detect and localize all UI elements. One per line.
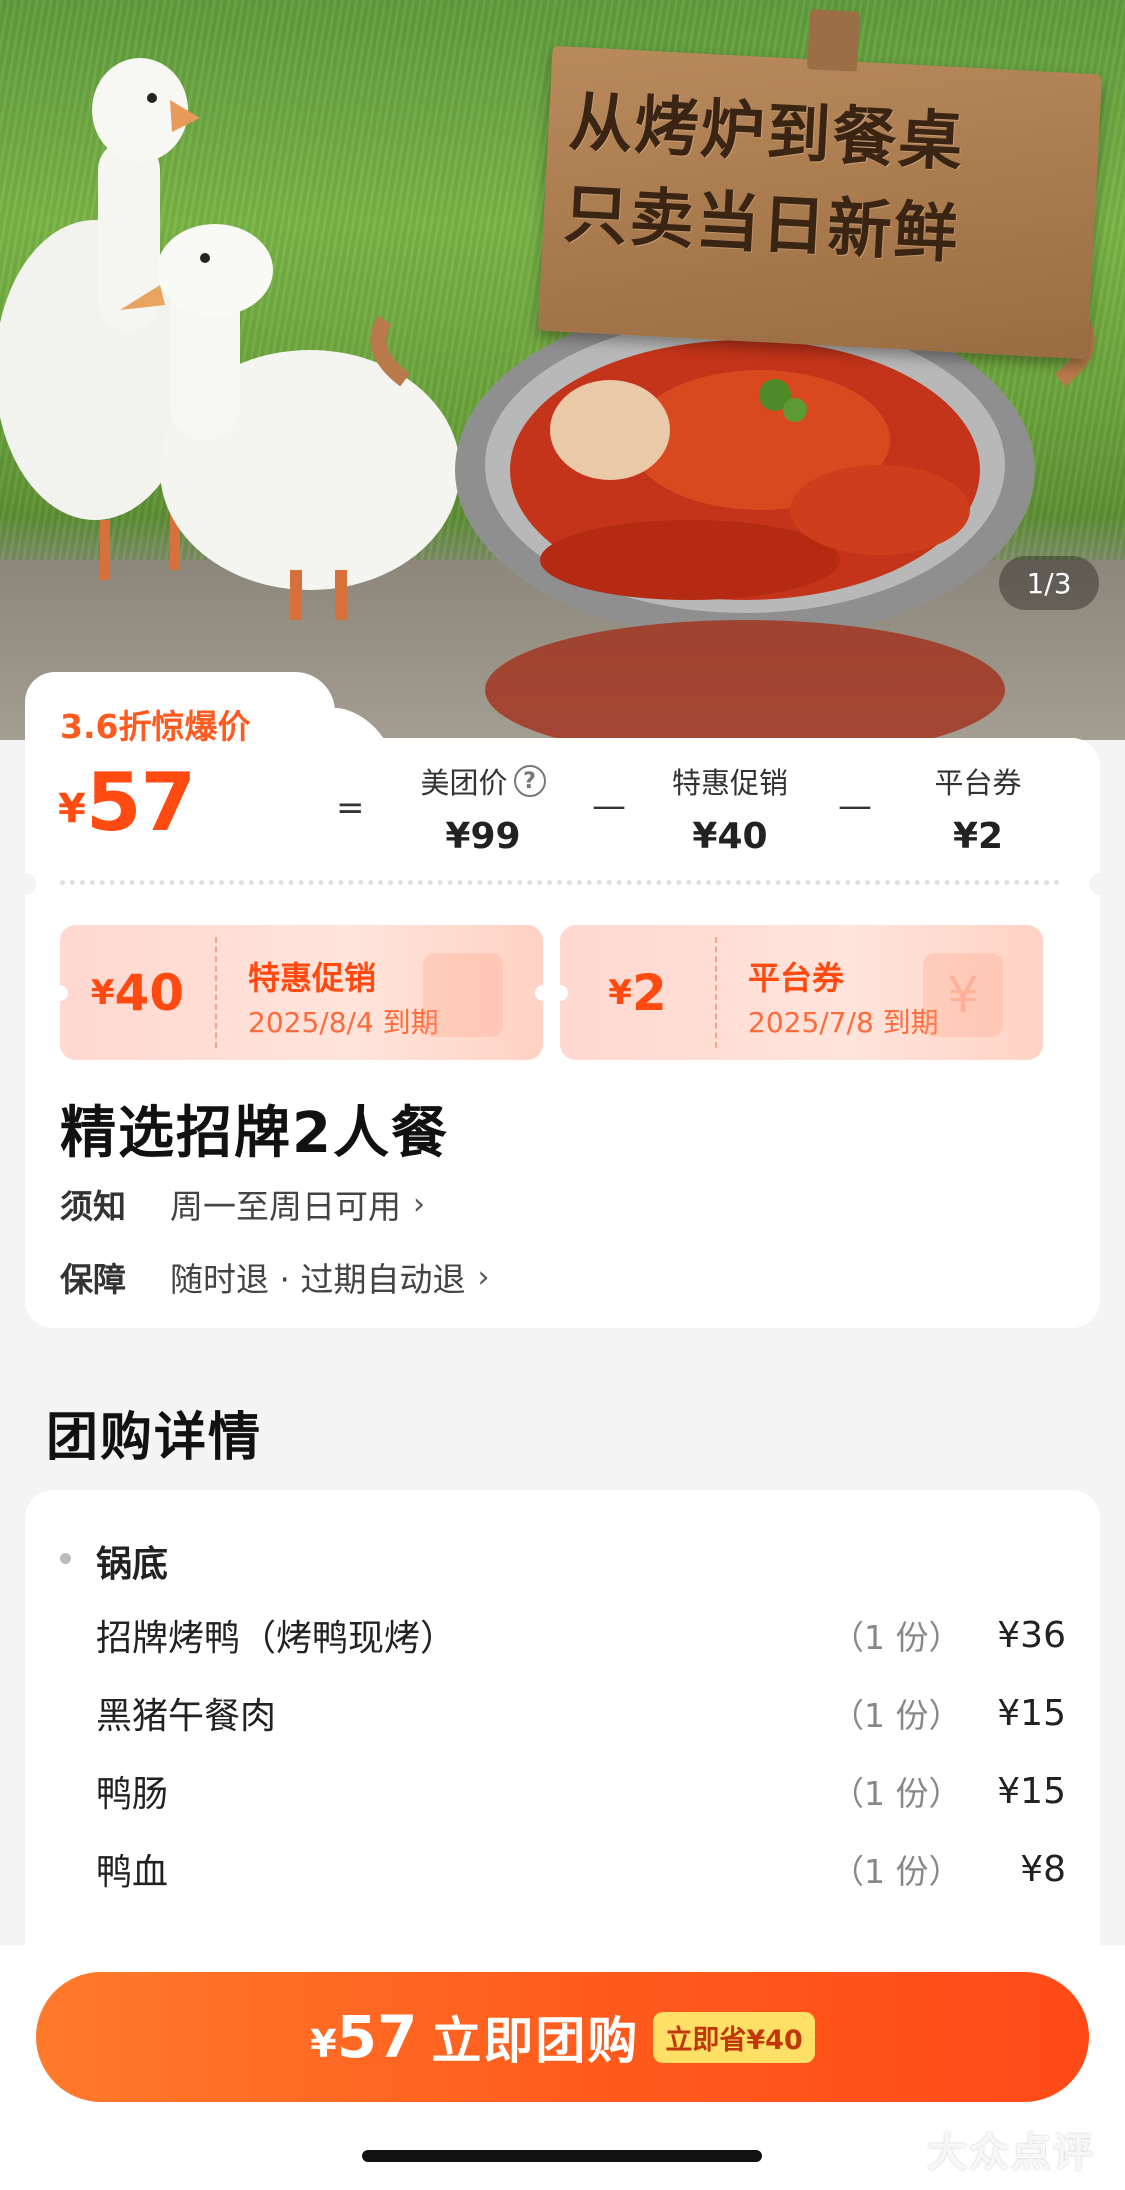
discount-label: 3.6折惊爆价 <box>60 707 251 746</box>
buy-price: 57 <box>336 2003 418 2071</box>
coupon-platform[interactable]: ¥2 平台券 2025/7/8 到期 ¥ <box>560 925 1043 1060</box>
wooden-sign: 从烤炉到餐桌 只卖当日新鲜 <box>537 9 1103 360</box>
promo-price-value: ¥40 <box>692 816 768 857</box>
notice-row[interactable]: 须知 周一至周日可用 › <box>60 1180 425 1228</box>
coupon-title: 平台券 <box>748 959 845 997</box>
chevron-right-icon: › <box>413 1186 425 1222</box>
coupon-separator <box>215 937 217 1048</box>
item-qty: （1 份） <box>831 1852 962 1891</box>
coupon-amount: ¥2 <box>608 963 667 1022</box>
currency-symbol: ¥ <box>58 786 86 832</box>
coupon-expiry: 2025/8/4 到期 <box>248 1006 439 1039</box>
equals-sign: = <box>336 788 365 828</box>
ticket-notch <box>1089 873 1111 895</box>
item-name: 招牌烤鸭（烤鸭现烤） <box>96 1618 457 1659</box>
item-price: ¥8 <box>1020 1848 1066 1890</box>
promo-price-label: 特惠促销 <box>671 766 788 800</box>
coupon-expiry: 2025/7/8 到期 <box>748 1006 939 1039</box>
item-qty: （1 份） <box>831 1696 962 1735</box>
item-name: 鸭肠 <box>96 1774 169 1815</box>
guarantee-value: 随时退 · 过期自动退 <box>170 1260 466 1299</box>
item-price: ¥15 <box>997 1692 1066 1734</box>
group-title: 锅底 <box>96 1544 169 1585</box>
coupon-hole <box>535 985 543 1001</box>
item-name: 黑猪午餐肉 <box>96 1696 277 1737</box>
coupon-promo[interactable]: ¥40 特惠促销 2025/8/4 到期 <box>60 925 543 1060</box>
platform-coupon-price: 平台券 ¥2 <box>888 760 1068 857</box>
hero-image[interactable]: 从烤炉到餐桌 只卖当日新鲜 1/3 <box>0 0 1125 740</box>
final-price-value: 57 <box>85 756 196 849</box>
item-price: ¥15 <box>997 1770 1066 1812</box>
buy-label: 立即团购 <box>431 2012 640 2070</box>
promo-price: 特惠促销 ¥40 <box>640 760 820 857</box>
meituan-price[interactable]: 美团价? ¥99 <box>393 760 573 857</box>
minus-sign: — <box>592 786 626 826</box>
help-icon[interactable]: ? <box>513 765 546 797</box>
guarantee-key: 保障 <box>60 1260 126 1299</box>
deal-title: 精选招牌2人餐 <box>60 1101 449 1166</box>
minus-sign: — <box>838 786 872 826</box>
coupon-amount: ¥40 <box>90 963 185 1022</box>
buy-currency: ¥ <box>310 2022 337 2066</box>
notice-value: 周一至周日可用 <box>170 1187 401 1226</box>
coupon-decoration-icon <box>423 953 503 1037</box>
sign-post <box>806 9 861 72</box>
home-indicator[interactable] <box>362 2150 762 2162</box>
ticket-notch <box>14 873 36 895</box>
platform-coupon-label: 平台券 <box>934 766 1022 800</box>
platform-coupon-value: ¥2 <box>952 816 1004 857</box>
coupon-title: 特惠促销 <box>248 959 377 997</box>
watermark-logo: 大众点评 <box>927 2130 1095 2176</box>
list-item: 鸭血 （1 份） ¥8 <box>96 1839 1066 1899</box>
item-qty: （1 份） <box>831 1774 962 1813</box>
image-counter: 1/3 <box>999 556 1099 610</box>
coupon-separator <box>715 937 717 1048</box>
list-item: 招牌烤鸭（烤鸭现烤） （1 份） ¥36 <box>96 1605 1066 1665</box>
list-item: 黑猪午餐肉 （1 份） ¥15 <box>96 1683 1066 1743</box>
meituan-price-value: ¥99 <box>445 816 521 857</box>
roast-duck-pot <box>370 300 1095 740</box>
shield-yen-icon: ¥ <box>923 953 1003 1037</box>
save-badge: 立即省¥40 <box>653 2011 815 2063</box>
list-item: 鸭肠 （1 份） ¥15 <box>96 1761 1066 1821</box>
guarantee-row[interactable]: 保障 随时退 · 过期自动退 › <box>60 1253 489 1301</box>
item-name: 鸭血 <box>96 1852 169 1893</box>
chevron-right-icon: › <box>477 1259 490 1295</box>
notice-key: 须知 <box>60 1187 126 1226</box>
divider <box>60 880 1060 885</box>
item-price: ¥36 <box>997 1614 1066 1656</box>
final-price: ¥57 <box>58 756 196 849</box>
bullet-icon <box>60 1553 71 1564</box>
meituan-price-label: 美团价 <box>420 766 508 800</box>
section-title: 团购详情 <box>46 1408 263 1468</box>
buy-now-button[interactable]: ¥ 57 立即团购 立即省¥40 <box>36 1972 1089 2102</box>
item-qty: （1 份） <box>831 1618 962 1657</box>
